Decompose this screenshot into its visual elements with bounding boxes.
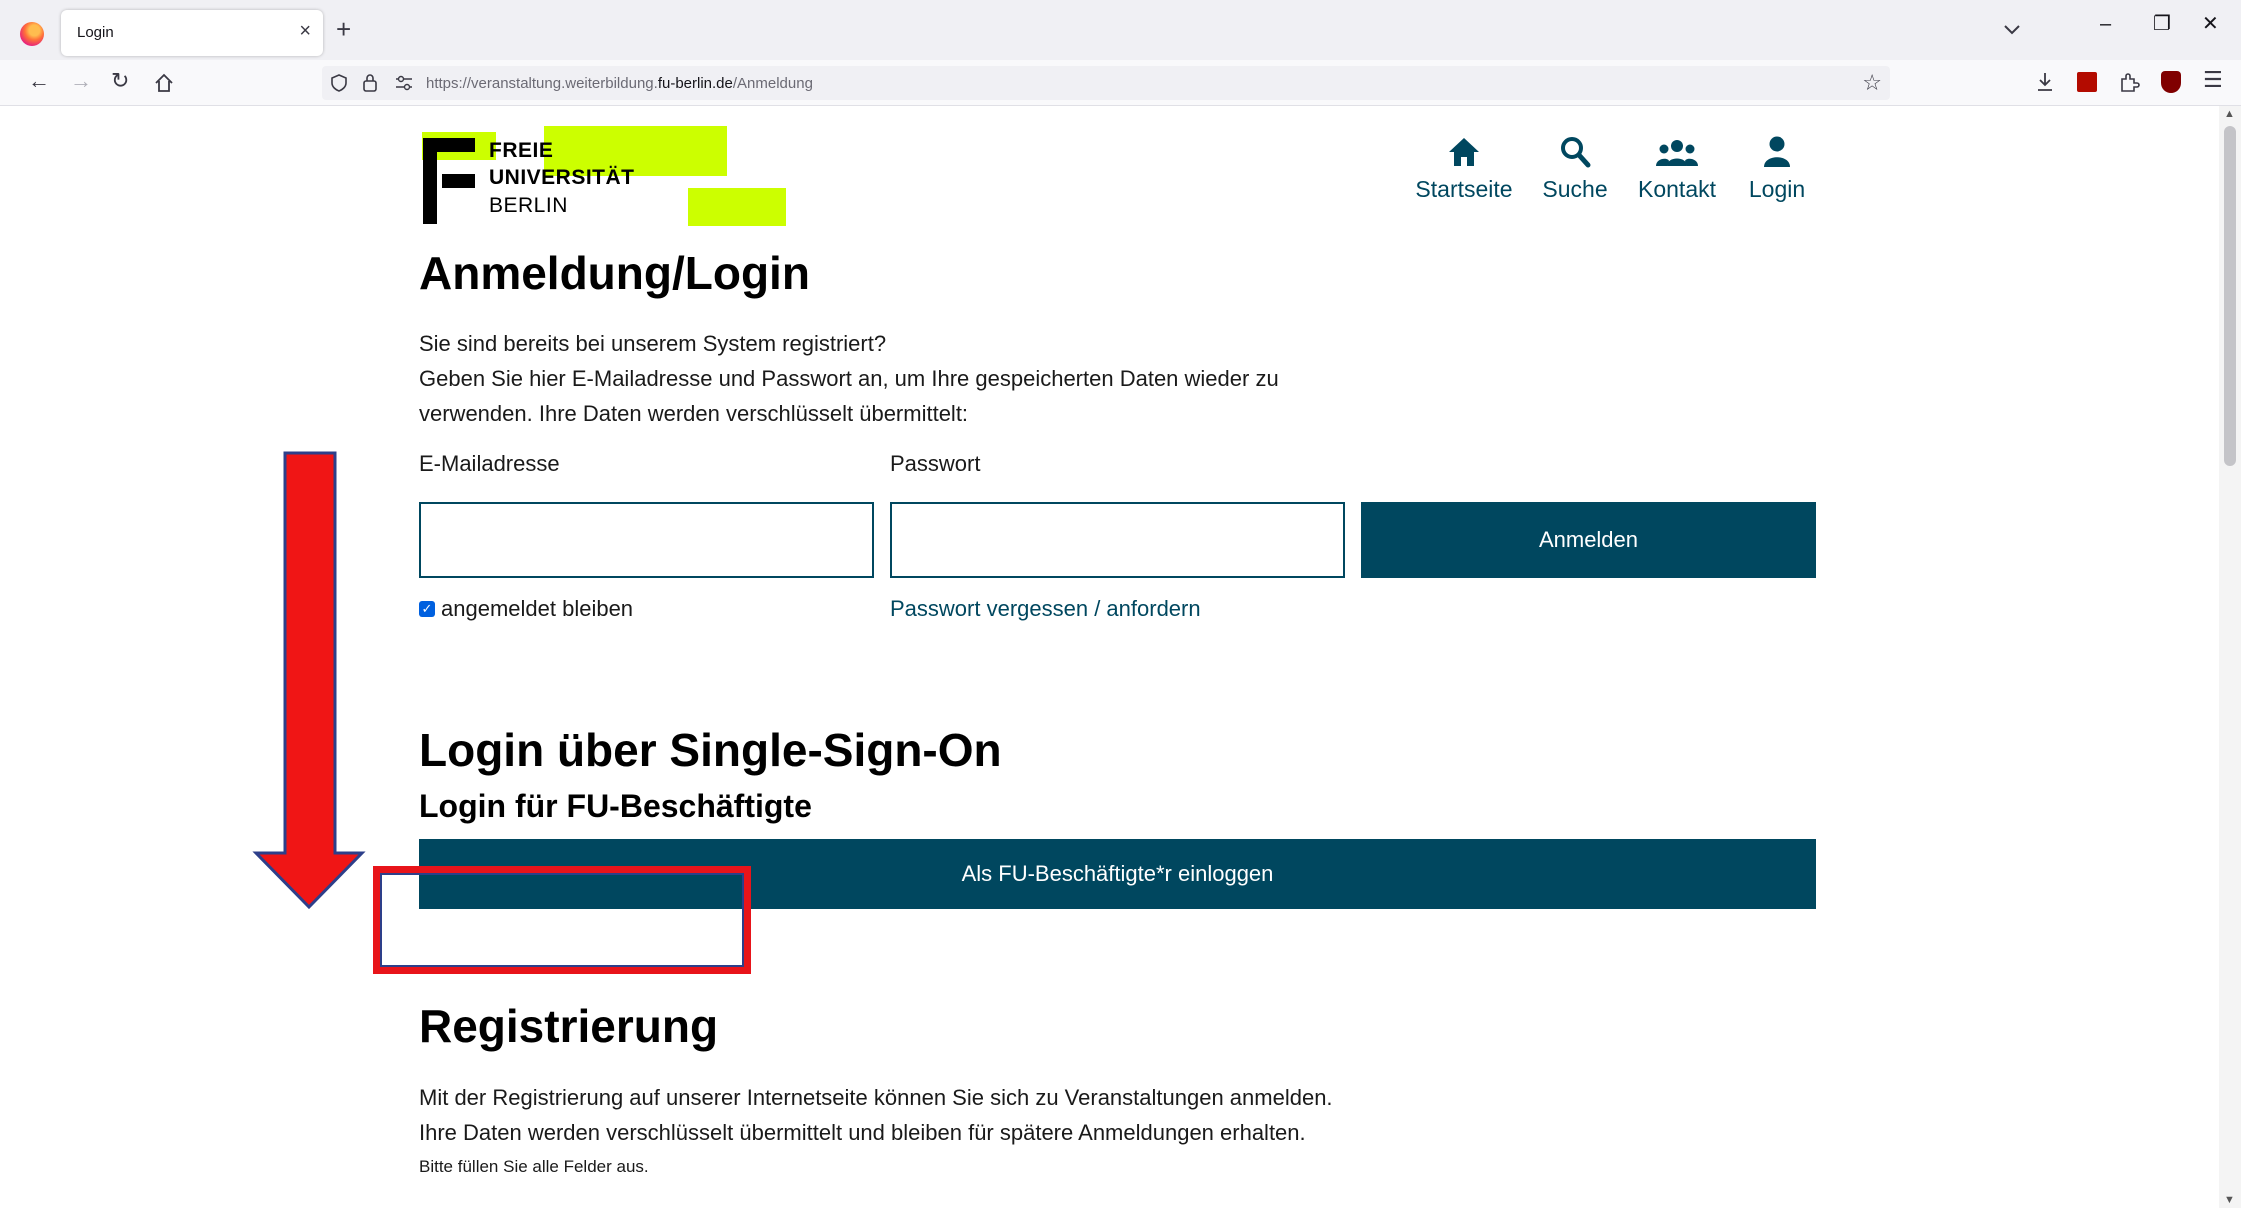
login-button[interactable]: Anmelden: [1361, 502, 1816, 578]
logo-highlight: [688, 188, 786, 226]
extensions-icon[interactable]: [2118, 71, 2140, 93]
download-icon[interactable]: [2035, 71, 2055, 93]
firefox-icon: [20, 22, 44, 46]
remember-me[interactable]: ✓ angemeldet bleiben: [419, 596, 633, 622]
scroll-thumb[interactable]: [2224, 126, 2236, 466]
nav-label: Startseite: [1415, 176, 1513, 202]
form-note: Bitte füllen Sie alle Felder aus.: [419, 1157, 649, 1176]
annotation-arrow: [252, 451, 366, 910]
menu-icon[interactable]: ☰: [2203, 69, 2223, 91]
nav-bar: ← → ↻ https://veranstaltung.weiterbildun…: [0, 60, 2241, 106]
annotation-highlight-box-inner: [380, 873, 744, 967]
logo-text-freie: FREIE: [489, 139, 554, 162]
login-intro: Sie sind bereits bei unserem System regi…: [419, 331, 1279, 426]
shield-icon[interactable]: [330, 74, 348, 92]
tab-login[interactable]: Login ×: [61, 10, 323, 56]
nav-label: Login: [1748, 176, 1806, 202]
logo-mark: [442, 174, 475, 188]
reload-icon[interactable]: ↻: [111, 70, 129, 92]
nav-label: Kontakt: [1638, 176, 1716, 202]
forward-icon[interactable]: →: [70, 70, 92, 92]
scroll-down-icon[interactable]: ▼: [2224, 1194, 2235, 1206]
nav-kontakt[interactable]: Kontakt: [1622, 134, 1732, 203]
ublock-icon[interactable]: [2161, 71, 2181, 93]
restore-icon[interactable]: ❐: [2153, 14, 2171, 34]
nav-label: Suche: [1542, 176, 1608, 202]
email-label: E-Mailadresse: [419, 451, 560, 476]
logo-mark: [423, 138, 437, 224]
tab-title: Login: [77, 24, 114, 41]
logo-text-berlin: BERLIN: [489, 194, 568, 217]
close-window-icon[interactable]: ✕: [2202, 14, 2219, 34]
scroll-up-icon[interactable]: ▲: [2224, 108, 2235, 120]
search-icon: [1561, 137, 1591, 168]
url-text: https://veranstaltung.weiterbildung.fu-b…: [426, 75, 813, 92]
minimize-icon[interactable]: –: [2100, 14, 2111, 34]
address-bar[interactable]: https://veranstaltung.weiterbildung.fu-b…: [322, 66, 1890, 100]
forgot-password-link[interactable]: Passwort vergessen / anfordern: [890, 596, 1201, 622]
home-icon: [1449, 138, 1479, 166]
chevron-down-icon[interactable]: [2001, 18, 2023, 40]
close-icon[interactable]: ×: [299, 21, 311, 41]
lock-icon[interactable]: [362, 73, 378, 92]
registration-text: Mit der Registrierung auf unserer Intern…: [419, 1085, 1333, 1110]
bookmark-star-icon[interactable]: ☆: [1862, 70, 1882, 96]
users-icon: [1656, 140, 1698, 166]
home-icon[interactable]: [153, 72, 175, 94]
email-field[interactable]: [419, 502, 874, 578]
permissions-icon[interactable]: [395, 75, 413, 91]
fu-berlin-logo[interactable]: FREIE UNIVERSITÄT BERLIN: [420, 126, 800, 226]
back-icon[interactable]: ←: [28, 70, 50, 92]
page-title: Anmeldung/Login: [419, 247, 810, 299]
password-field[interactable]: [890, 502, 1345, 578]
nav-startseite[interactable]: Startseite: [1409, 134, 1519, 203]
tab-bar: Login × + – ❐ ✕: [0, 0, 2241, 60]
registration-title: Registrierung: [419, 1000, 719, 1052]
scrollbar[interactable]: ▲ ▼: [2219, 106, 2241, 1208]
registration-text: Ihre Daten werden verschlüsselt übermitt…: [419, 1120, 1306, 1145]
logo-text-universitaet: UNIVERSITÄT: [489, 166, 635, 189]
remember-label: angemeldet bleiben: [441, 596, 634, 621]
sso-subtitle: Login für FU-Beschäftigte: [419, 788, 812, 824]
password-label: Passwort: [890, 451, 981, 476]
sso-title: Login über Single-Sign-On: [419, 724, 1002, 776]
new-tab-button[interactable]: +: [336, 16, 351, 42]
nav-login[interactable]: Login: [1722, 134, 1832, 203]
user-icon: [1764, 136, 1790, 167]
remember-checkbox[interactable]: ✓: [419, 601, 435, 617]
nav-suche[interactable]: Suche: [1520, 134, 1630, 203]
pdf-extension-icon[interactable]: [2077, 72, 2097, 92]
